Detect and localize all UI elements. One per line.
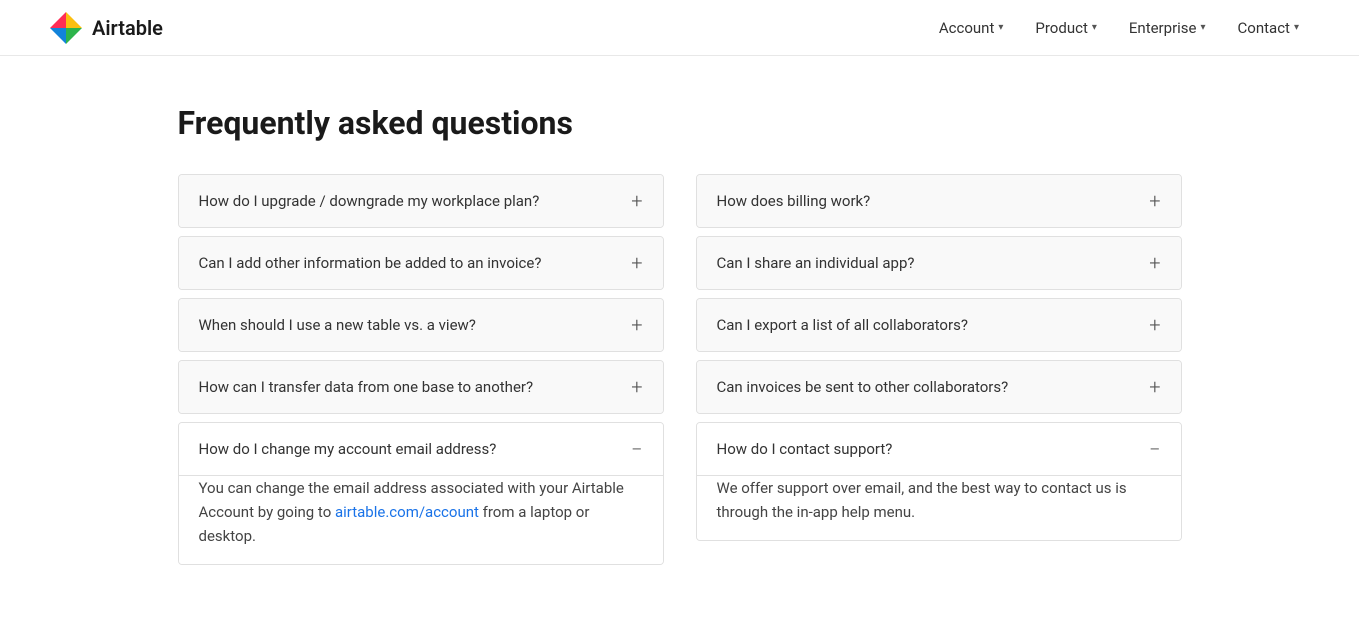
- nav-account-label: Account: [939, 19, 995, 37]
- faq-question-right-5: How do I contact support?: [717, 440, 1150, 458]
- faq-item-left-3: When should I use a new table vs. a view…: [178, 298, 664, 352]
- nav-contact-chevron: ▾: [1294, 22, 1299, 33]
- faq-item-right-1: How does billing work? +: [696, 174, 1182, 228]
- faq-answer-text-right-5: We offer support over email, and the bes…: [717, 479, 1127, 521]
- nav-account-chevron: ▾: [998, 22, 1003, 33]
- nav-enterprise[interactable]: Enterprise ▾: [1117, 11, 1218, 45]
- faq-item-right-3: Can I export a list of all collaborators…: [696, 298, 1182, 352]
- faq-question-left-2: Can I add other information be added to …: [199, 254, 632, 272]
- nav-enterprise-chevron: ▾: [1201, 22, 1206, 33]
- site-header: Airtable Account ▾ Product ▾ Enterprise …: [0, 0, 1359, 56]
- faq-item-right-4: Can invoices be sent to other collaborat…: [696, 360, 1182, 414]
- faq-question-left-5: How do I change my account email address…: [199, 440, 632, 458]
- faq-icon-left-4: +: [631, 377, 642, 397]
- faq-right-column: How does billing work? + Can I share an …: [696, 174, 1182, 573]
- faq-icon-left-3: +: [631, 315, 642, 335]
- faq-item-left-2: Can I add other information be added to …: [178, 236, 664, 290]
- page-title: Frequently asked questions: [178, 104, 1182, 142]
- airtable-logo-icon: [48, 10, 84, 46]
- faq-question-left-3: When should I use a new table vs. a view…: [199, 316, 632, 334]
- nav-enterprise-label: Enterprise: [1129, 19, 1197, 37]
- main-nav: Account ▾ Product ▾ Enterprise ▾ Contact…: [927, 11, 1311, 45]
- logo-text: Airtable: [92, 16, 163, 40]
- faq-icon-right-1: +: [1149, 191, 1160, 211]
- faq-toggle-left-5[interactable]: How do I change my account email address…: [179, 423, 663, 475]
- faq-question-right-3: Can I export a list of all collaborators…: [717, 316, 1150, 334]
- faq-answer-left-5: You can change the email address associa…: [179, 475, 663, 564]
- faq-item-right-2: Can I share an individual app? +: [696, 236, 1182, 290]
- faq-toggle-right-2[interactable]: Can I share an individual app? +: [697, 237, 1181, 289]
- faq-toggle-left-2[interactable]: Can I add other information be added to …: [179, 237, 663, 289]
- nav-contact[interactable]: Contact ▾: [1226, 11, 1311, 45]
- nav-product-chevron: ▾: [1092, 22, 1097, 33]
- faq-toggle-right-3[interactable]: Can I export a list of all collaborators…: [697, 299, 1181, 351]
- faq-icon-right-4: +: [1149, 377, 1160, 397]
- nav-account[interactable]: Account ▾: [927, 11, 1016, 45]
- faq-answer-link-left-5[interactable]: airtable.com/account: [335, 503, 479, 521]
- faq-item-right-5: How do I contact support? − We offer sup…: [696, 422, 1182, 541]
- faq-icon-left-1: +: [631, 191, 642, 211]
- faq-toggle-left-1[interactable]: How do I upgrade / downgrade my workplac…: [179, 175, 663, 227]
- faq-answer-right-5: We offer support over email, and the bes…: [697, 475, 1181, 540]
- faq-item-left-5: How do I change my account email address…: [178, 422, 664, 565]
- faq-toggle-right-5[interactable]: How do I contact support? −: [697, 423, 1181, 475]
- nav-product[interactable]: Product ▾: [1023, 11, 1108, 45]
- faq-icon-right-5: −: [1149, 439, 1160, 459]
- faq-question-right-1: How does billing work?: [717, 192, 1150, 210]
- faq-icon-left-5: −: [631, 439, 642, 459]
- nav-contact-label: Contact: [1238, 19, 1290, 37]
- faq-question-left-4: How can I transfer data from one base to…: [199, 378, 632, 396]
- faq-toggle-left-4[interactable]: How can I transfer data from one base to…: [179, 361, 663, 413]
- faq-toggle-left-3[interactable]: When should I use a new table vs. a view…: [179, 299, 663, 351]
- faq-icon-right-3: +: [1149, 315, 1160, 335]
- faq-icon-left-2: +: [631, 253, 642, 273]
- faq-icon-right-2: +: [1149, 253, 1160, 273]
- faq-question-left-1: How do I upgrade / downgrade my workplac…: [199, 192, 632, 210]
- faq-item-left-1: How do I upgrade / downgrade my workplac…: [178, 174, 664, 228]
- faq-item-left-4: How can I transfer data from one base to…: [178, 360, 664, 414]
- faq-question-right-2: Can I share an individual app?: [717, 254, 1150, 272]
- main-content: Frequently asked questions How do I upgr…: [130, 56, 1230, 613]
- logo[interactable]: Airtable: [48, 10, 163, 46]
- nav-product-label: Product: [1035, 19, 1087, 37]
- faq-grid: How do I upgrade / downgrade my workplac…: [178, 174, 1182, 573]
- faq-left-column: How do I upgrade / downgrade my workplac…: [178, 174, 664, 573]
- faq-toggle-right-4[interactable]: Can invoices be sent to other collaborat…: [697, 361, 1181, 413]
- faq-question-right-4: Can invoices be sent to other collaborat…: [717, 378, 1150, 396]
- faq-toggle-right-1[interactable]: How does billing work? +: [697, 175, 1181, 227]
